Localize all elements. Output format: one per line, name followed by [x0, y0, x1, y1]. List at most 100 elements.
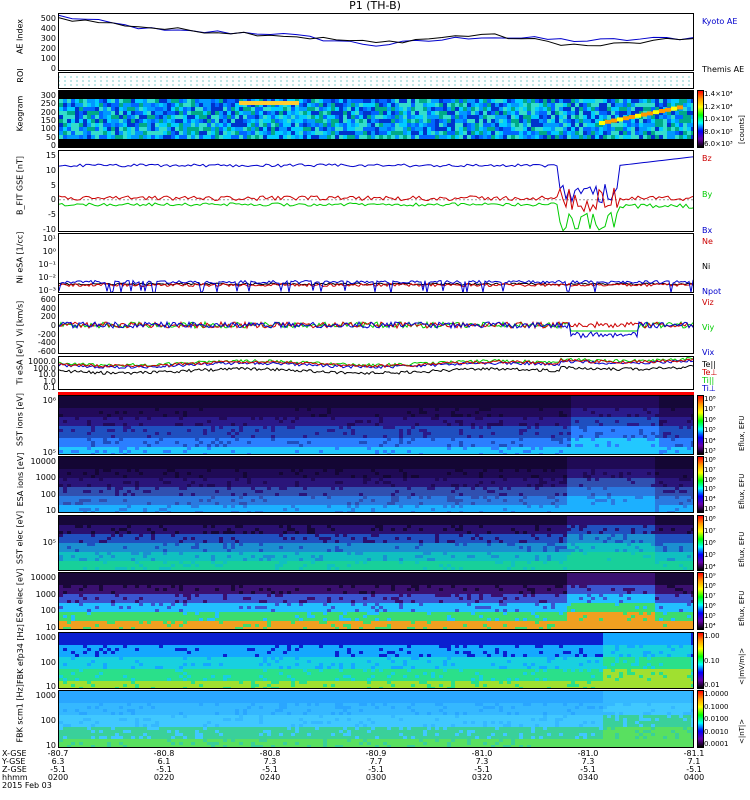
- fbk1-ctick: 1.00: [704, 632, 720, 640]
- ni-legend-1: Ni: [702, 262, 710, 271]
- fbk1-colorbar: [697, 632, 704, 689]
- fbk2-ytick: 1000: [4, 692, 56, 700]
- esa_i-cunit: Eflux, EFU: [738, 474, 746, 509]
- esa_e-ytick: 1000: [4, 590, 56, 599]
- ae-series-0: [59, 14, 693, 47]
- sst_i-panel: [58, 395, 694, 455]
- esa_e-ctick: 10⁵: [704, 612, 716, 620]
- sst_i-colorbar: [697, 395, 704, 455]
- sst_i-cunit: Eflux, EFU: [738, 416, 746, 451]
- fbk1-plot: [59, 633, 693, 688]
- roi-panel: [58, 72, 694, 89]
- esa_i-ctick: 10⁶: [704, 476, 716, 484]
- fbk2-ctick: 0.0100: [704, 715, 729, 723]
- ae-ytick: 0: [4, 65, 56, 73]
- ni-plot: [59, 279, 693, 292]
- esa_e-ctick: 10⁶: [704, 602, 716, 610]
- sst_i-ctick: 10⁸: [704, 395, 716, 403]
- esa_e-ctick: 10⁴: [704, 622, 716, 630]
- esa_i-colorbar: [697, 456, 704, 513]
- esa_i-ctick: 10⁴: [704, 495, 716, 503]
- esa_i-ctick: 10⁵: [704, 485, 716, 493]
- ni-ytick: 10⁻³: [4, 287, 56, 295]
- ae-ytick: 400: [4, 25, 56, 33]
- esa_e-cunit: Eflux, EFU: [738, 591, 746, 626]
- ae-ytick: 300: [4, 35, 56, 43]
- sst_i-ctick: 10³: [704, 447, 716, 455]
- vi-panel: [58, 294, 694, 354]
- fbk2-cunit: <|nT|>: [738, 719, 746, 744]
- keo-ctick: 1.0×10⁴: [704, 115, 733, 123]
- esa_e-colorbar: [697, 572, 704, 630]
- ti-ytick: 0.1: [4, 384, 56, 392]
- ae-panel: [58, 13, 694, 71]
- bfit-ytick: 10: [4, 166, 56, 175]
- keo-ctick: 8.0×10³: [704, 128, 733, 136]
- vi-ytick: 600: [4, 296, 56, 304]
- sst_e-ctick: 10⁵: [704, 551, 716, 559]
- fbk1-cunit: <|mV/m|>: [738, 648, 746, 685]
- esa_i-ytick: 10: [4, 507, 56, 515]
- keo-colorbar: [697, 90, 704, 148]
- fbk2-plot: [59, 691, 693, 747]
- ti-plot: [59, 357, 693, 375]
- sst_i-ytick: 10⁵: [4, 449, 56, 457]
- ae-ytick: 500: [4, 15, 56, 23]
- esa_i-panel: [58, 456, 694, 513]
- ni-legend-0: Ne: [702, 237, 713, 246]
- vi-legend-2: Vix: [702, 348, 714, 357]
- esa_e-ctick: 10⁸: [704, 582, 716, 590]
- bfit-legend-0: Bz: [702, 154, 712, 163]
- bfit-panel: [58, 150, 694, 232]
- ni-ytick: 10⁻²: [4, 274, 56, 282]
- ni-panel: [58, 233, 694, 293]
- x-tick-t: 0200: [48, 774, 68, 782]
- esa_e-ctick: 10⁷: [704, 592, 716, 600]
- ae-plot: [59, 14, 693, 47]
- esa_e-plot: [59, 573, 693, 629]
- fbk2-ctick: 0.0010: [704, 728, 729, 736]
- bfit-plot: [59, 156, 693, 231]
- x-axis-row-label: 2015 Feb 03: [2, 782, 52, 790]
- keo-ytick: 50: [4, 133, 56, 142]
- sst_e-cunit: Eflux, EFU: [738, 532, 746, 567]
- bfit-legend-2: Bx: [702, 226, 712, 235]
- ae-ytick: 200: [4, 45, 56, 53]
- fbk1-ytick: 1000: [4, 634, 56, 642]
- bx-series: [59, 202, 693, 231]
- sst_i-ytick: 10⁶: [4, 397, 56, 405]
- keo-ctick: 6.0×10³: [704, 140, 733, 148]
- fbk1-ctick: 0.10: [704, 657, 720, 665]
- npot-series: [59, 279, 693, 292]
- esa_e-ytick: 10: [4, 624, 56, 632]
- fbk1-panel: [58, 632, 694, 689]
- bfit-ytick: 5: [4, 181, 56, 190]
- esa_i-ytick: 10000: [4, 458, 56, 466]
- vi-plot: [59, 320, 693, 340]
- sst_i-ctick: 10⁶: [704, 416, 716, 424]
- vi-ytick: 0: [4, 322, 56, 330]
- vi-legend-1: Viy: [702, 323, 714, 332]
- esa_i-ctick: 10³: [704, 505, 716, 513]
- esa_i-ctick: 10⁷: [704, 466, 716, 474]
- esa_e-panel: [58, 572, 694, 630]
- ti-panel: [58, 356, 694, 390]
- sst_i-plot: [59, 396, 693, 454]
- keo-plot: [59, 91, 693, 147]
- fbk2-ctick: 1.0000: [704, 690, 729, 698]
- vi-ytick: 200: [4, 313, 56, 321]
- esa_i-ctick: 10⁸: [704, 456, 716, 464]
- bfit-ytick: 0: [4, 196, 56, 204]
- keo-cunit: [counts]: [738, 115, 746, 144]
- roi-plot: [59, 76, 690, 86]
- esa_i-ytick: 1000: [4, 474, 56, 482]
- x-tick-t: 0300: [366, 774, 386, 782]
- bfit-ytick: -5: [4, 211, 56, 219]
- fbk2-colorbar: [697, 690, 704, 748]
- esa_e-ytick: 100: [4, 607, 56, 615]
- sst_i-ctick: 10⁵: [704, 426, 716, 434]
- fbk1-ytick: 10: [4, 683, 56, 691]
- sst_i-ctick: 10⁷: [704, 405, 716, 413]
- ni-ytick: 10¹: [4, 235, 56, 243]
- ti-legend-3: Ti⊥: [702, 384, 716, 393]
